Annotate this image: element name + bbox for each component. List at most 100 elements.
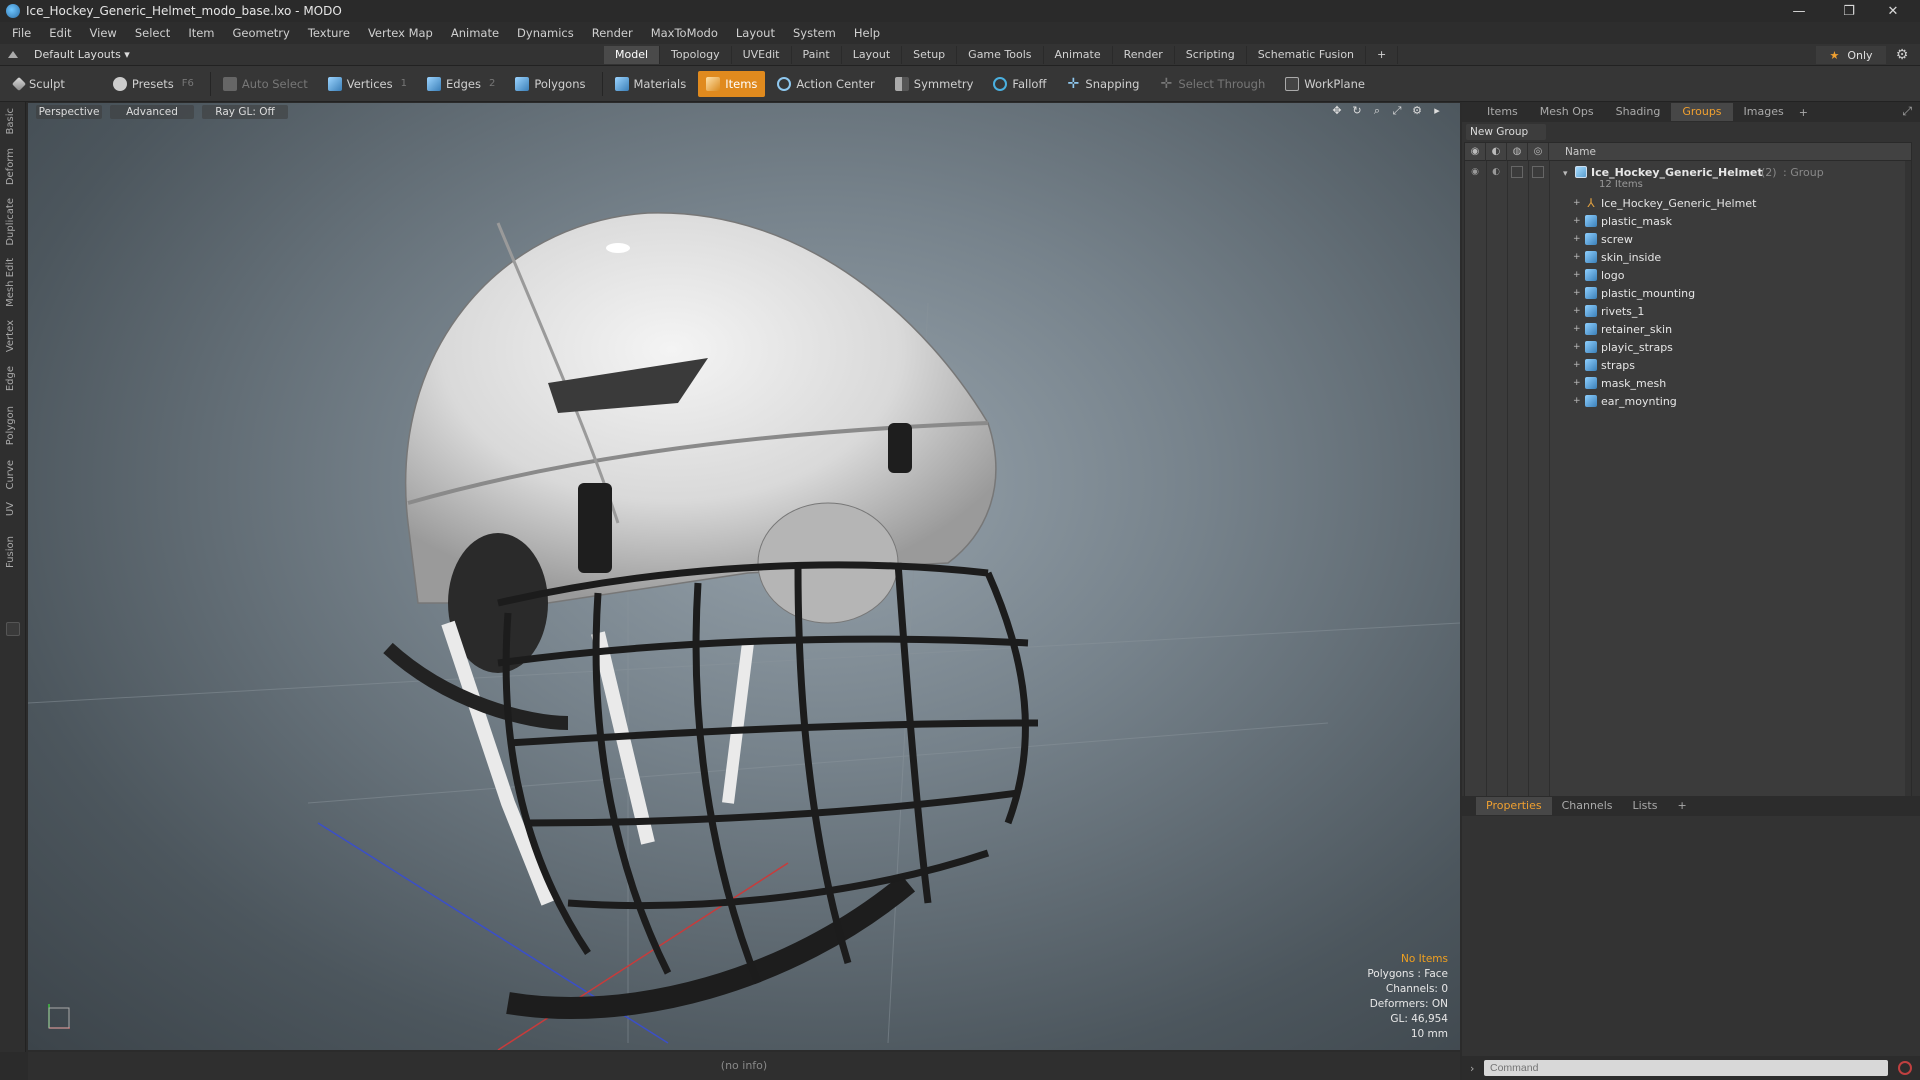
tab-model[interactable]: Model bbox=[604, 46, 661, 64]
action-center-button[interactable]: Action Center bbox=[769, 71, 882, 97]
stop-icon[interactable] bbox=[1898, 1061, 1912, 1075]
auto-select-button[interactable]: Auto Select bbox=[215, 71, 316, 97]
list-item[interactable]: + screw bbox=[1465, 230, 1911, 248]
only-button[interactable]: ★ Only bbox=[1816, 46, 1886, 64]
strip-tab-mesh-edit[interactable]: Mesh Edit bbox=[5, 258, 16, 307]
list-item[interactable]: + retainer_skin bbox=[1465, 320, 1911, 338]
lock-column-icon[interactable]: ◍ bbox=[1507, 143, 1528, 161]
expand-triangle-icon[interactable]: + bbox=[1573, 360, 1581, 370]
materials-button[interactable]: Materials bbox=[607, 71, 695, 97]
menu-system[interactable]: System bbox=[793, 26, 836, 40]
expand-triangle-icon[interactable]: + bbox=[1573, 324, 1581, 334]
list-scrollbar[interactable] bbox=[1905, 161, 1911, 891]
strip-tab-polygon[interactable]: Polygon bbox=[5, 406, 16, 445]
edges-button[interactable]: Edges 2 bbox=[419, 71, 503, 97]
list-item[interactable]: + ear_moynting bbox=[1465, 392, 1911, 410]
menu-select[interactable]: Select bbox=[135, 26, 170, 40]
perspective-button[interactable]: Perspective bbox=[36, 105, 102, 119]
viewport-settings-icon[interactable]: ⚙ bbox=[1410, 104, 1424, 118]
strip-tab-deform[interactable]: Deform bbox=[5, 148, 16, 185]
expand-triangle-icon[interactable]: + bbox=[1573, 216, 1581, 226]
3d-viewport[interactable]: Perspective Advanced Ray GL: Off ✥ ↻ ⌕ ⤢… bbox=[28, 103, 1460, 1050]
tab-groups[interactable]: Groups bbox=[1671, 103, 1733, 121]
maximize-button[interactable]: ❐ bbox=[1826, 0, 1872, 22]
tab-uvedit[interactable]: UVEdit bbox=[732, 46, 792, 64]
expand-arrow-icon[interactable]: ▸ bbox=[1430, 104, 1444, 118]
strip-tab-duplicate[interactable]: Duplicate bbox=[5, 198, 16, 246]
close-button[interactable]: ✕ bbox=[1870, 0, 1916, 22]
rotate-view-icon[interactable]: ↻ bbox=[1350, 104, 1364, 118]
menu-vertex-map[interactable]: Vertex Map bbox=[368, 26, 433, 40]
expand-triangle-icon[interactable]: + bbox=[1573, 288, 1581, 298]
tab-game-tools[interactable]: Game Tools bbox=[957, 46, 1044, 64]
tab-setup[interactable]: Setup bbox=[902, 46, 958, 64]
menu-item[interactable]: Item bbox=[188, 26, 214, 40]
tab-images[interactable]: Images bbox=[1733, 103, 1795, 121]
new-group-button[interactable]: New Group bbox=[1466, 124, 1546, 140]
symmetry-button[interactable]: Symmetry bbox=[887, 71, 982, 97]
items-button[interactable]: Items bbox=[698, 70, 766, 97]
menu-help[interactable]: Help bbox=[854, 26, 880, 40]
tab-render[interactable]: Render bbox=[1113, 46, 1175, 64]
expand-triangle-icon[interactable]: + bbox=[1573, 252, 1581, 262]
tab-layout[interactable]: Layout bbox=[842, 46, 903, 64]
raygl-button[interactable]: Ray GL: Off bbox=[202, 105, 288, 119]
tab-topology[interactable]: Topology bbox=[660, 46, 732, 64]
strip-toggle-button[interactable] bbox=[6, 622, 20, 636]
collapse-arrow-icon[interactable] bbox=[8, 51, 18, 58]
tab-channels[interactable]: Channels bbox=[1552, 797, 1623, 815]
minimize-button[interactable]: — bbox=[1776, 0, 1822, 22]
list-item[interactable]: + playic_straps bbox=[1465, 338, 1911, 356]
tab-properties[interactable]: Properties bbox=[1476, 797, 1552, 815]
expand-triangle-icon[interactable]: + bbox=[1573, 396, 1581, 406]
expand-triangle-icon[interactable]: + bbox=[1573, 234, 1581, 244]
menu-animate[interactable]: Animate bbox=[451, 26, 499, 40]
expand-triangle-icon[interactable]: + bbox=[1573, 198, 1581, 208]
command-input[interactable] bbox=[1484, 1060, 1888, 1076]
add-tab-button[interactable]: + bbox=[1366, 46, 1399, 64]
menu-geometry[interactable]: Geometry bbox=[233, 26, 290, 40]
snapping-button[interactable]: ✛ Snapping bbox=[1058, 71, 1147, 97]
list-item[interactable]: + plastic_mounting bbox=[1465, 284, 1911, 302]
add-props-tab-button[interactable]: + bbox=[1667, 797, 1696, 815]
strip-tab-uv[interactable]: UV bbox=[5, 502, 16, 516]
list-item[interactable]: + ⅄ Ice_Hockey_Generic_Helmet bbox=[1465, 194, 1911, 212]
vertices-button[interactable]: Vertices 1 bbox=[320, 71, 415, 97]
strip-tab-vertex[interactable]: Vertex bbox=[5, 320, 16, 352]
menu-maxtomodo[interactable]: MaxToModo bbox=[651, 26, 718, 40]
tab-lists[interactable]: Lists bbox=[1623, 797, 1668, 815]
move-view-icon[interactable]: ✥ bbox=[1330, 104, 1344, 118]
menu-render[interactable]: Render bbox=[592, 26, 633, 40]
expand-triangle-icon[interactable]: + bbox=[1573, 270, 1581, 280]
fit-view-icon[interactable]: ⤢ bbox=[1390, 104, 1404, 118]
presets-button[interactable]: Presets F6 bbox=[105, 71, 202, 97]
list-item[interactable]: + skin_inside bbox=[1465, 248, 1911, 266]
tab-paint[interactable]: Paint bbox=[792, 46, 842, 64]
expand-panel-icon[interactable]: ⤢ bbox=[1902, 104, 1912, 119]
list-item[interactable]: + mask_mesh bbox=[1465, 374, 1911, 392]
polygons-button[interactable]: Polygons bbox=[507, 71, 593, 97]
list-item[interactable]: + straps bbox=[1465, 356, 1911, 374]
expand-triangle-icon[interactable]: + bbox=[1573, 342, 1581, 352]
workplane-button[interactable]: WorkPlane bbox=[1277, 71, 1373, 97]
list-item[interactable]: + plastic_mask bbox=[1465, 212, 1911, 230]
render-column-icon[interactable]: ◐ bbox=[1486, 143, 1507, 161]
tab-animate[interactable]: Animate bbox=[1044, 46, 1113, 64]
menu-file[interactable]: File bbox=[12, 26, 31, 40]
falloff-button[interactable]: Falloff bbox=[985, 71, 1054, 97]
tab-scripting[interactable]: Scripting bbox=[1175, 46, 1247, 64]
strip-tab-curve[interactable]: Curve bbox=[5, 460, 16, 490]
menu-layout[interactable]: Layout bbox=[736, 26, 775, 40]
strip-tab-basic[interactable]: Basic bbox=[5, 108, 16, 134]
menu-texture[interactable]: Texture bbox=[308, 26, 350, 40]
menu-dynamics[interactable]: Dynamics bbox=[517, 26, 574, 40]
tab-items[interactable]: Items bbox=[1476, 103, 1529, 121]
tab-mesh-ops[interactable]: Mesh Ops bbox=[1529, 103, 1605, 121]
strip-tab-edge[interactable]: Edge bbox=[5, 366, 16, 391]
gear-icon[interactable]: ⚙ bbox=[1894, 47, 1910, 63]
list-item[interactable]: + rivets_1 bbox=[1465, 302, 1911, 320]
expand-triangle-icon[interactable]: + bbox=[1573, 378, 1581, 388]
select-column-icon[interactable]: ◎ bbox=[1528, 143, 1549, 161]
strip-tab-fusion[interactable]: Fusion bbox=[5, 536, 16, 568]
advanced-button[interactable]: Advanced bbox=[110, 105, 194, 119]
